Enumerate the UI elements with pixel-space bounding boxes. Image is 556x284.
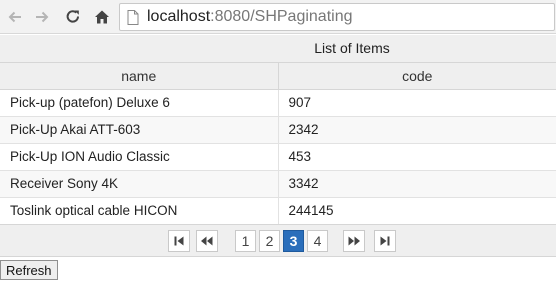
paginator: 1 2 3 4 bbox=[0, 224, 556, 257]
items-table-container: List of Items name code Pick-up (patefon… bbox=[0, 35, 556, 225]
table-row[interactable]: Pick-Up Akai ATT-603 2342 bbox=[0, 116, 556, 144]
cell-name: Pick-Up Akai ATT-603 bbox=[0, 116, 279, 144]
cell-name: Receiver Sony 4K bbox=[0, 170, 279, 198]
cell-name: Pick-Up ION Audio Classic bbox=[0, 143, 279, 171]
cell-code: 244145 bbox=[278, 197, 556, 225]
arrow-right-icon bbox=[36, 11, 49, 23]
cell-name: Pick-up (patefon) Deluxe 6 bbox=[0, 89, 279, 117]
arrow-left-icon bbox=[8, 11, 21, 23]
address-bar[interactable]: localhost:8080/SHPaginating bbox=[119, 3, 555, 31]
refresh-button[interactable]: Refresh bbox=[0, 260, 58, 280]
cell-code: 2342 bbox=[278, 116, 556, 144]
table-row[interactable]: Toslink optical cable HICON 244145 bbox=[0, 197, 556, 225]
previous-page-icon bbox=[201, 236, 213, 246]
table-caption-row: List of Items bbox=[0, 35, 556, 63]
page-button-4[interactable]: 4 bbox=[307, 230, 328, 252]
table-row[interactable]: Pick-up (patefon) Deluxe 6 907 bbox=[0, 89, 556, 117]
cell-code: 453 bbox=[278, 143, 556, 171]
url-host: localhost bbox=[147, 8, 211, 25]
first-page-button[interactable] bbox=[168, 230, 190, 252]
column-header-code[interactable]: code bbox=[278, 62, 556, 90]
reload-icon bbox=[66, 10, 79, 23]
page-button-2[interactable]: 2 bbox=[259, 230, 280, 252]
home-button[interactable] bbox=[91, 6, 113, 28]
table-caption: List of Items bbox=[0, 35, 556, 63]
table-header-row: name code bbox=[0, 62, 556, 90]
last-page-button[interactable] bbox=[374, 230, 396, 252]
page-button-3-current[interactable]: 3 bbox=[283, 230, 304, 252]
cell-code: 3342 bbox=[278, 170, 556, 198]
last-page-icon bbox=[380, 236, 390, 246]
url-path: :8080/SHPaginating bbox=[210, 8, 353, 25]
next-page-button[interactable] bbox=[343, 230, 365, 252]
page-button-1[interactable]: 1 bbox=[235, 230, 256, 252]
forward-button[interactable] bbox=[31, 6, 53, 28]
cell-code: 907 bbox=[278, 89, 556, 117]
table-row[interactable]: Receiver Sony 4K 3342 bbox=[0, 170, 556, 198]
next-page-icon bbox=[348, 236, 360, 246]
reload-button[interactable] bbox=[62, 6, 84, 28]
items-table: List of Items name code Pick-up (patefon… bbox=[0, 35, 556, 225]
cell-name: Toslink optical cable HICON bbox=[0, 197, 279, 225]
url-text: localhost:8080/SHPaginating bbox=[147, 8, 352, 26]
table-caption-text: List of Items bbox=[314, 40, 390, 57]
home-icon bbox=[95, 10, 109, 24]
back-button[interactable] bbox=[4, 6, 26, 28]
first-page-icon bbox=[174, 236, 184, 246]
browser-toolbar: localhost:8080/SHPaginating bbox=[0, 0, 556, 34]
previous-page-button[interactable] bbox=[196, 230, 218, 252]
column-header-name[interactable]: name bbox=[0, 62, 279, 90]
page-icon bbox=[127, 10, 139, 30]
table-row[interactable]: Pick-Up ION Audio Classic 453 bbox=[0, 143, 556, 171]
